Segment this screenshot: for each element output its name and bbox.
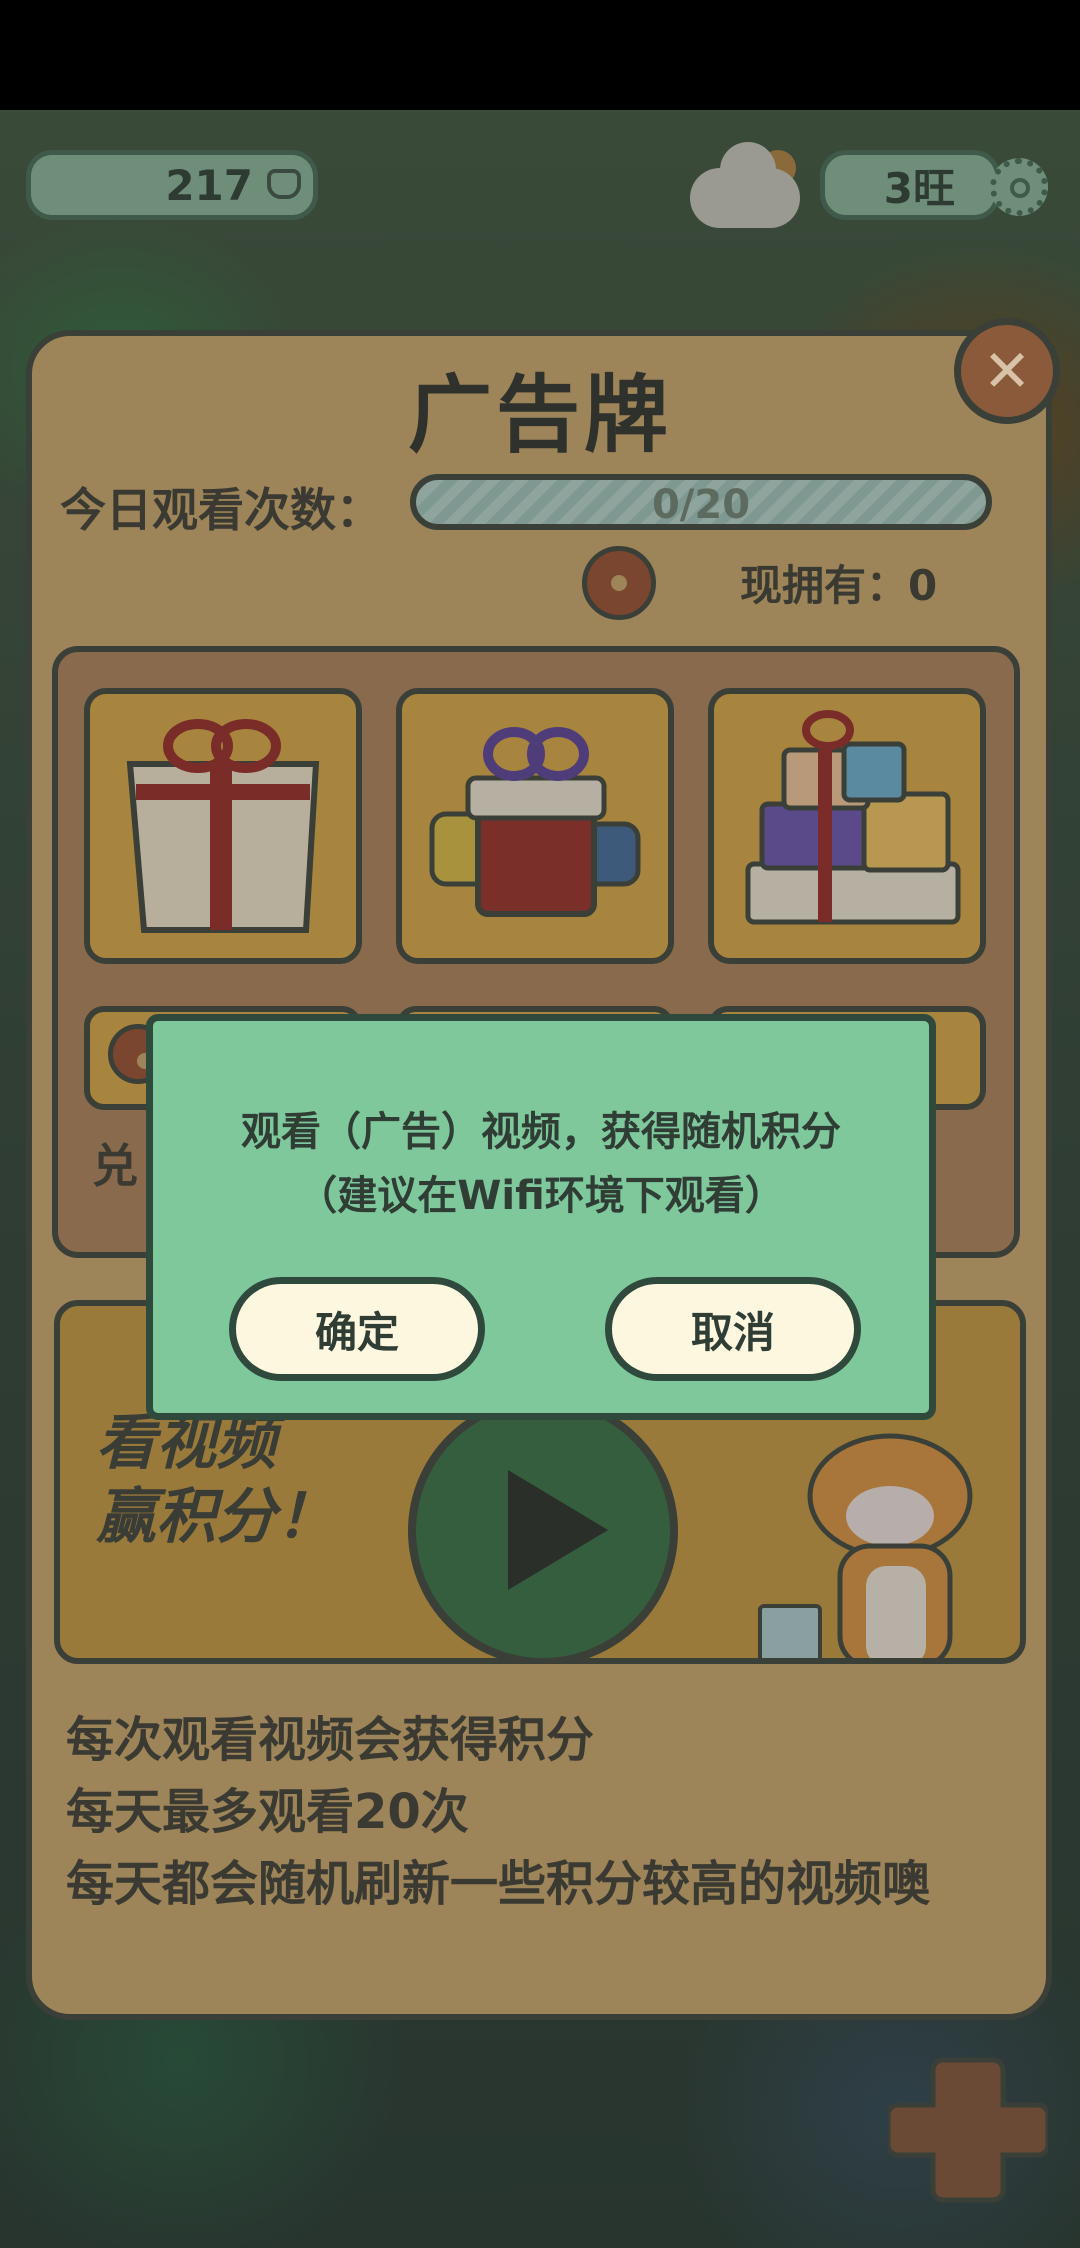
play-button[interactable] (408, 1396, 678, 1658)
dialog-note: （建议在Wifi环境下观看） (297, 1173, 785, 1219)
cancel-button[interactable]: 取消 (605, 1277, 861, 1381)
gift-box-icon (126, 719, 320, 933)
watch-count-label: 今日观看次数： (60, 483, 382, 537)
banner-line-2: 赢积分！ (96, 1482, 336, 1552)
settings-gear-icon[interactable] (990, 158, 1048, 216)
wang-counter: 3旺 (820, 150, 1000, 220)
gift-pile-icon (429, 727, 641, 917)
panel-title: 广告牌 (407, 366, 672, 464)
description-line-3: 每天都会随机刷新一些积分较高的视频噢 (66, 1856, 931, 1912)
score-counter: 217 (26, 150, 318, 220)
wang-value: 3旺 (883, 163, 955, 213)
gift-card-large[interactable] (708, 688, 986, 964)
banner-text: 看视频 赢积分！ (96, 1406, 336, 1554)
fox-mascot-icon (758, 1433, 973, 1658)
progress-text: 0/20 (651, 482, 751, 528)
confirm-button[interactable]: 确定 (229, 1277, 485, 1381)
gift-card-small[interactable] (84, 688, 362, 964)
confirm-dialog: 观看（广告）视频，获得随机积分 （建议在Wifi环境下观看） 确定 取消 (146, 1014, 936, 1420)
gift-stack-icon (745, 710, 961, 925)
dialog-message: 观看（广告）视频，获得随机积分 (241, 1109, 841, 1155)
redeem-label: 兑 (92, 1139, 138, 1193)
ingot-icon (267, 169, 301, 199)
status-bar (0, 0, 1080, 110)
owned-count: 现拥有：0 (740, 561, 938, 610)
score-value: 217 (165, 160, 253, 210)
weather-cloud-icon (690, 142, 800, 228)
description-line-2: 每天最多观看20次 (66, 1784, 469, 1840)
donut-icon (582, 546, 656, 620)
watch-progress-bar: 0/20 (410, 474, 992, 530)
gift-card-medium[interactable] (396, 688, 674, 964)
add-plus-icon[interactable] (888, 2050, 1048, 2210)
description-line-1: 每次观看视频会获得积分 (66, 1712, 595, 1768)
